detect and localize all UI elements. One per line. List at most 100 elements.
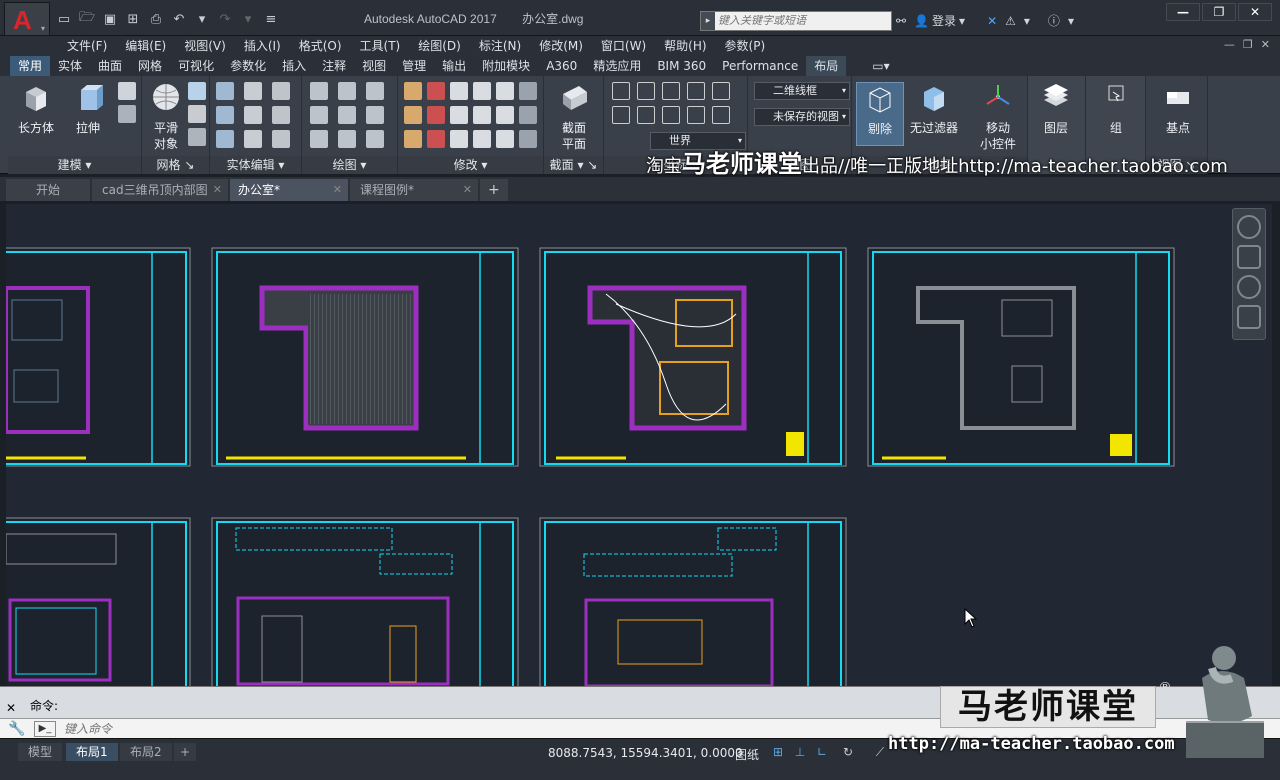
- autodesk-a360-icon[interactable]: ⚠: [1005, 14, 1016, 28]
- save-icon[interactable]: ▣: [100, 10, 120, 28]
- cull-button[interactable]: 剔除: [856, 82, 904, 146]
- open-folder-icon[interactable]: 🗁: [77, 10, 97, 28]
- 3d-mirror-icon[interactable]: [427, 130, 445, 148]
- menu-insert[interactable]: 插入(I): [235, 36, 290, 56]
- subtract-icon[interactable]: [216, 106, 234, 124]
- helix-icon[interactable]: [338, 82, 356, 100]
- exchange-apps-icon[interactable]: ✕: [987, 14, 997, 28]
- offset-icon[interactable]: [519, 106, 537, 124]
- close-icon[interactable]: ✕: [333, 179, 342, 201]
- tab-parametric[interactable]: 参数化: [222, 56, 274, 76]
- tab-annotate[interactable]: 注释: [314, 56, 354, 76]
- 3d-rotate-icon[interactable]: [427, 82, 445, 100]
- named-view-select[interactable]: 未保存的视图 ▾: [754, 108, 850, 126]
- ucs-origin-icon[interactable]: [687, 82, 705, 100]
- application-menu-button[interactable]: A ▾: [4, 2, 50, 36]
- panel-title-mesh[interactable]: 网格 ↘: [142, 156, 209, 174]
- restore-button[interactable]: ❐: [1202, 3, 1236, 21]
- menu-dimension[interactable]: 标注(N): [470, 36, 530, 56]
- sweep-icon[interactable]: [118, 105, 136, 123]
- login-button[interactable]: 👤 登录 ▾: [914, 12, 965, 29]
- minimize-button[interactable]: —: [1166, 3, 1200, 21]
- polygon-icon[interactable]: [310, 130, 328, 148]
- ucs-x-icon[interactable]: [662, 82, 680, 100]
- print-icon[interactable]: ⎙: [146, 10, 166, 28]
- intersect-icon[interactable]: [216, 130, 234, 148]
- steering-wheel-icon[interactable]: [1237, 215, 1261, 239]
- menu-file[interactable]: 文件(F): [58, 36, 116, 56]
- menu-view[interactable]: 视图(V): [175, 36, 235, 56]
- tab-performance[interactable]: Performance: [714, 56, 806, 76]
- rectangle-icon[interactable]: [338, 130, 356, 148]
- coordinate-readout[interactable]: 8088.7543, 15594.3401, 0.0000: [548, 746, 743, 760]
- line-icon[interactable]: [338, 106, 356, 124]
- extract-edges-icon[interactable]: [272, 82, 290, 100]
- menu-modify[interactable]: 修改(M): [530, 36, 592, 56]
- ucs-world-icon[interactable]: [637, 82, 655, 100]
- search-input[interactable]: [715, 15, 891, 27]
- chevron-down-icon[interactable]: ▾: [1068, 14, 1074, 28]
- ribbon-minimize-icon[interactable]: ▭▾: [864, 56, 897, 76]
- menu-parametric[interactable]: 参数(P): [716, 36, 775, 56]
- save-as-icon[interactable]: ⊞: [123, 10, 143, 28]
- tab-home[interactable]: 常用: [10, 56, 51, 76]
- ucs-z-icon[interactable]: [637, 106, 655, 124]
- polyline-icon[interactable]: [310, 82, 328, 100]
- arc-icon[interactable]: [366, 82, 384, 100]
- ucs-previous-icon[interactable]: [712, 82, 730, 100]
- presspull-icon[interactable]: [118, 82, 136, 100]
- extrude-button[interactable]: 拉伸: [64, 82, 112, 136]
- move-icon[interactable]: [450, 82, 468, 100]
- section-plane-button[interactable]: 截面 平面: [550, 82, 598, 152]
- tab-visualize[interactable]: 可视化: [170, 56, 222, 76]
- break-icon[interactable]: [519, 130, 537, 148]
- grid-icon[interactable]: ⊞: [770, 745, 786, 761]
- thicken-icon[interactable]: [272, 130, 290, 148]
- doc-minimize-icon[interactable]: —: [1224, 38, 1235, 51]
- mesh-smooth-icon[interactable]: [188, 128, 206, 146]
- ortho-icon[interactable]: ∟: [814, 745, 830, 761]
- join-icon[interactable]: [496, 130, 514, 148]
- tab-output[interactable]: 输出: [434, 56, 474, 76]
- close-icon[interactable]: ✕: [463, 179, 472, 201]
- 3d-align-icon[interactable]: [427, 106, 445, 124]
- pan-icon[interactable]: [1237, 245, 1261, 269]
- layout-tab-layout1[interactable]: 布局1: [66, 743, 118, 761]
- menu-format[interactable]: 格式(O): [290, 36, 351, 56]
- command-input[interactable]: [64, 720, 664, 738]
- snap-icon[interactable]: ⊥: [792, 745, 808, 761]
- polar-icon[interactable]: ↻: [840, 745, 856, 761]
- doc-close-icon[interactable]: ✕: [1261, 38, 1270, 51]
- zoom-icon[interactable]: [1237, 275, 1261, 299]
- file-tab-office[interactable]: 办公室* ✕: [230, 179, 349, 201]
- tab-addins[interactable]: 附加模块: [474, 56, 538, 76]
- menu-edit[interactable]: 编辑(E): [116, 36, 175, 56]
- file-tab-start[interactable]: 开始: [6, 179, 91, 201]
- ucs-y-icon[interactable]: [662, 106, 680, 124]
- panel-title-section[interactable]: 截面 ▾ ↘: [544, 156, 603, 174]
- paper-space-toggle[interactable]: 图纸: [735, 746, 759, 763]
- mesh-refine-icon[interactable]: [188, 82, 206, 100]
- ellipse-icon[interactable]: [366, 130, 384, 148]
- mesh-crease-icon[interactable]: [188, 105, 206, 123]
- drawing-canvas[interactable]: [6, 204, 1272, 686]
- binoculars-icon[interactable]: ⚯: [896, 14, 906, 28]
- ucs-face-icon[interactable]: [712, 106, 730, 124]
- explode-icon[interactable]: [450, 130, 468, 148]
- tab-insert[interactable]: 插入: [274, 56, 314, 76]
- copy-icon[interactable]: [473, 82, 491, 100]
- file-tab-legend[interactable]: 课程图例* ✕: [350, 179, 479, 201]
- union-icon[interactable]: [216, 82, 234, 100]
- orbit-icon[interactable]: [1237, 305, 1261, 329]
- visual-style-select[interactable]: 二维线框 ▾: [754, 82, 850, 100]
- panel-title-modeling[interactable]: 建模 ▾: [8, 156, 141, 174]
- fillet-edge-icon[interactable]: [244, 82, 262, 100]
- group-button[interactable]: 组: [1092, 82, 1140, 136]
- array-icon[interactable]: [519, 82, 537, 100]
- panel-title-draw[interactable]: 绘图 ▾: [302, 156, 397, 174]
- ucs-3point-icon[interactable]: [687, 106, 705, 124]
- fillet-icon[interactable]: [404, 106, 422, 124]
- search-expand-icon[interactable]: ▸: [701, 12, 715, 30]
- chamfer-icon[interactable]: [404, 130, 422, 148]
- smooth-object-button[interactable]: 平滑 对象: [142, 82, 190, 152]
